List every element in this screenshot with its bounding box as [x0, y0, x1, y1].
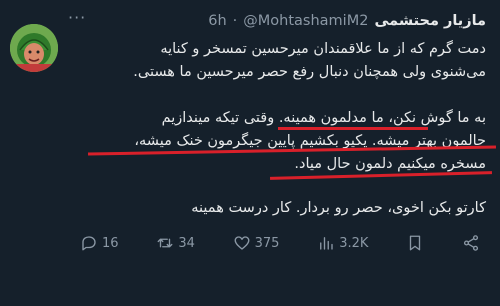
reply-count: 16 [102, 235, 119, 251]
like-icon [234, 236, 250, 250]
share-button[interactable] [462, 234, 480, 252]
retweet-icon [157, 238, 173, 248]
retweet-count: 34 [178, 235, 195, 251]
avatar[interactable] [10, 24, 58, 72]
like-button[interactable]: 375 [233, 234, 280, 252]
views-icon [320, 237, 333, 250]
tweet-card[interactable]: ··· مازیار محتشمی @MohtashamiM2 · 6h دمت… [0, 0, 500, 306]
tweet-text-line: دمت گرم که از ما علاقمندان میرحسین تمسخر… [160, 41, 486, 57]
meta-separator: · [232, 13, 238, 29]
retweet-button[interactable]: 34 [156, 234, 195, 252]
like-count: 375 [254, 235, 280, 251]
bookmark-button[interactable] [406, 234, 424, 252]
tweet-text-line: به ما گوش نکن، ما مدلمون همینه. وقتی تیک… [161, 110, 486, 126]
red-underline-mark [278, 127, 428, 130]
tweet-actions: 16 34 375 3.2K [80, 232, 480, 254]
bookmark-icon [410, 235, 421, 251]
views-button[interactable]: 3.2K [317, 234, 368, 252]
reply-icon [82, 236, 96, 251]
share-icon [463, 235, 479, 251]
tweet-header: مازیار محتشمی @MohtashamiM2 · 6h [208, 10, 486, 32]
tweet-text-line: کارتو بکن اخوی، حصر رو بردار. کار درست ه… [191, 200, 486, 216]
author-handle[interactable]: @MohtashamiM2 [243, 13, 368, 29]
author-display-name[interactable]: مازیار محتشمی [374, 13, 486, 29]
reply-button[interactable]: 16 [80, 234, 119, 252]
more-icon[interactable]: ··· [68, 8, 86, 27]
views-count: 3.2K [339, 235, 369, 251]
tweet-time[interactable]: 6h [208, 13, 226, 29]
tweet-text-line: می‌شنوی ولی همچنان دنبال رفع حصر میرحسین… [133, 64, 486, 80]
